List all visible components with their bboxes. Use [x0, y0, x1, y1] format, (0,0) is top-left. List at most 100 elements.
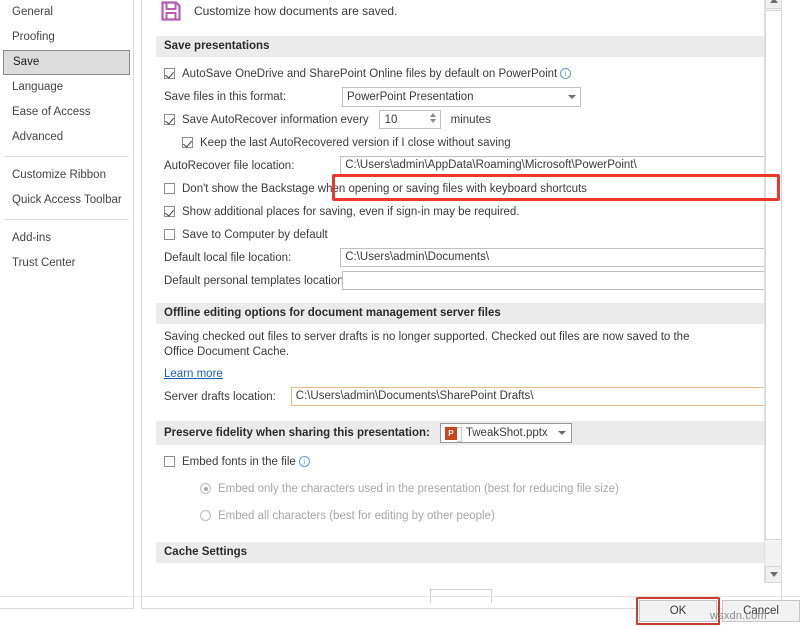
- chevron-down-icon: [558, 431, 566, 435]
- sidebar-item-label: Proofing: [12, 31, 55, 43]
- panel-header: Customize how documents are saved.: [156, 0, 769, 30]
- save-options-panel: Customize how documents are saved. Save …: [141, 0, 782, 609]
- sidebar-divider: [4, 219, 129, 220]
- embed-all-radio[interactable]: [200, 510, 211, 521]
- save-to-computer-row[interactable]: Save to Computer by default: [156, 224, 769, 245]
- sidebar-item-label: Advanced: [12, 131, 63, 143]
- autosave-checkbox[interactable]: [164, 68, 175, 79]
- sidebar-item-ease-of-access[interactable]: Ease of Access: [0, 100, 133, 125]
- default-templates-input[interactable]: [342, 271, 769, 290]
- show-additional-places-checkbox[interactable]: [164, 206, 175, 217]
- save-to-computer-label: Save to Computer by default: [182, 229, 328, 241]
- sidebar-item-label: Save: [13, 56, 39, 68]
- sidebar-item-label: Language: [12, 81, 63, 93]
- sidebar-item-quick-access-toolbar[interactable]: Quick Access Toolbar: [0, 188, 133, 213]
- server-drafts-label: Server drafts location:: [164, 391, 291, 403]
- sidebar-item-customize-ribbon[interactable]: Customize Ribbon: [0, 163, 133, 188]
- embed-fonts-checkbox[interactable]: [164, 456, 175, 467]
- autorecover-location-label: AutoRecover file location:: [164, 160, 340, 172]
- autorecover-location-row: AutoRecover file location: C:\Users\admi…: [156, 155, 769, 176]
- ok-button-highlight: [636, 597, 720, 625]
- sidebar-divider: [4, 156, 129, 157]
- keep-last-autorecovered-checkbox[interactable]: [182, 137, 193, 148]
- section-title: Offline editing options for document man…: [164, 303, 501, 324]
- offline-editing-description: Saving checked out files to server draft…: [156, 330, 721, 360]
- autosave-row[interactable]: AutoSave OneDrive and SharePoint Online …: [156, 63, 769, 84]
- sidebar-item-general[interactable]: General: [0, 0, 133, 25]
- save-format-label: Save files in this format:: [164, 91, 342, 103]
- autorecover-location-input[interactable]: C:\Users\admin\AppData\Roaming\Microsoft…: [340, 156, 769, 175]
- default-local-file-row: Default local file location: C:\Users\ad…: [156, 247, 769, 268]
- autorecover-location-highlight: [332, 174, 780, 201]
- embed-all-row[interactable]: Embed all characters (best for editing b…: [156, 505, 769, 526]
- default-local-file-input[interactable]: C:\Users\admin\Documents\: [340, 248, 769, 267]
- sidebar-item-label: General: [12, 6, 53, 18]
- sidebar-item-trust-center[interactable]: Trust Center: [0, 251, 133, 276]
- default-templates-label: Default personal templates location:: [164, 275, 342, 287]
- scrollbar-track[interactable]: [765, 541, 782, 566]
- save-to-computer-checkbox[interactable]: [164, 229, 175, 240]
- server-drafts-row: Server drafts location: C:\Users\admin\D…: [156, 386, 769, 407]
- sidebar-item-label: Quick Access Toolbar: [12, 194, 122, 206]
- presentation-file-selector[interactable]: P TweakShot.pptx: [440, 423, 572, 443]
- section-preserve-fidelity: Preserve fidelity when sharing this pres…: [156, 421, 769, 445]
- scroll-up-arrow-icon[interactable]: [765, 0, 782, 9]
- section-title: Cache Settings: [164, 542, 247, 563]
- section-title: Preserve fidelity when sharing this pres…: [164, 423, 430, 444]
- stepper-arrows[interactable]: [430, 113, 436, 123]
- options-nav-sidebar: General Proofing Save Language Ease of A…: [0, 0, 134, 609]
- sidebar-item-label: Add-ins: [12, 232, 51, 244]
- embed-used-only-row[interactable]: Embed only the characters used in the pr…: [156, 478, 769, 499]
- embed-used-only-radio[interactable]: [200, 483, 211, 494]
- save-floppy-icon: [160, 0, 182, 22]
- default-local-file-label: Default local file location:: [164, 252, 340, 264]
- sidebar-item-label: Trust Center: [12, 257, 75, 269]
- embed-used-only-label: Embed only the characters used in the pr…: [218, 483, 619, 495]
- sidebar-item-proofing[interactable]: Proofing: [0, 25, 133, 50]
- autorecover-every-checkbox[interactable]: [164, 114, 175, 125]
- panel-header-title: Customize how documents are saved.: [194, 4, 397, 18]
- show-additional-places-row[interactable]: Show additional places for saving, even …: [156, 201, 769, 222]
- chevron-down-icon: [568, 95, 576, 99]
- autorecover-every-label: Save AutoRecover information every: [182, 114, 369, 126]
- dont-show-backstage-checkbox[interactable]: [164, 183, 175, 194]
- show-additional-places-label: Show additional places for saving, even …: [182, 206, 520, 218]
- default-local-file-value: C:\Users\admin\Documents\: [345, 251, 489, 263]
- info-icon[interactable]: i: [299, 456, 310, 467]
- autorecover-minutes-stepper[interactable]: 10: [379, 110, 441, 129]
- section-title: Save presentations: [164, 36, 269, 57]
- minutes-unit-label: minutes: [451, 114, 491, 126]
- save-format-combo[interactable]: PowerPoint Presentation: [342, 87, 581, 107]
- default-templates-row: Default personal templates location:: [156, 270, 769, 291]
- autorecover-every-row[interactable]: Save AutoRecover information every 10 mi…: [156, 109, 769, 130]
- sidebar-item-add-ins[interactable]: Add-ins: [0, 226, 133, 251]
- embed-fonts-label: Embed fonts in the file: [182, 456, 296, 468]
- autosave-label: AutoSave OneDrive and SharePoint Online …: [182, 68, 557, 80]
- autorecover-location-value: C:\Users\admin\AppData\Roaming\Microsoft…: [345, 159, 636, 171]
- sidebar-item-label: Customize Ribbon: [12, 169, 106, 181]
- server-drafts-value: C:\Users\admin\Documents\SharePoint Draf…: [296, 390, 534, 402]
- keep-last-autorecovered-label: Keep the last AutoRecovered version if I…: [200, 137, 511, 149]
- autorecover-minutes-value: 10: [385, 114, 398, 126]
- vertical-scrollbar[interactable]: [764, 0, 781, 583]
- sidebar-item-advanced[interactable]: Advanced: [0, 125, 133, 150]
- watermark: wsxdn.com: [710, 610, 767, 622]
- save-format-value: PowerPoint Presentation: [347, 91, 474, 103]
- learn-more-row[interactable]: Learn more: [156, 363, 769, 384]
- sidebar-item-label: Ease of Access: [12, 106, 91, 118]
- info-icon[interactable]: i: [560, 68, 571, 79]
- keep-last-autorecovered-row[interactable]: Keep the last AutoRecovered version if I…: [156, 132, 769, 153]
- learn-more-link[interactable]: Learn more: [164, 368, 223, 380]
- embed-all-label: Embed all characters (best for editing b…: [218, 510, 495, 522]
- scrollbar-thumb[interactable]: [765, 10, 782, 540]
- server-drafts-input[interactable]: C:\Users\admin\Documents\SharePoint Draf…: [291, 387, 769, 406]
- embed-fonts-row[interactable]: Embed fonts in the file i: [156, 451, 769, 472]
- scroll-down-arrow-icon[interactable]: [765, 566, 782, 583]
- presentation-file-name: TweakShot.pptx: [466, 423, 548, 444]
- save-format-row: Save files in this format: PowerPoint Pr…: [156, 86, 769, 107]
- section-offline-editing: Offline editing options for document man…: [156, 303, 769, 324]
- sidebar-item-language[interactable]: Language: [0, 75, 133, 100]
- sidebar-item-save[interactable]: Save: [3, 50, 130, 75]
- section-cache-settings: Cache Settings: [156, 542, 769, 563]
- section-save-presentations: Save presentations: [156, 36, 769, 57]
